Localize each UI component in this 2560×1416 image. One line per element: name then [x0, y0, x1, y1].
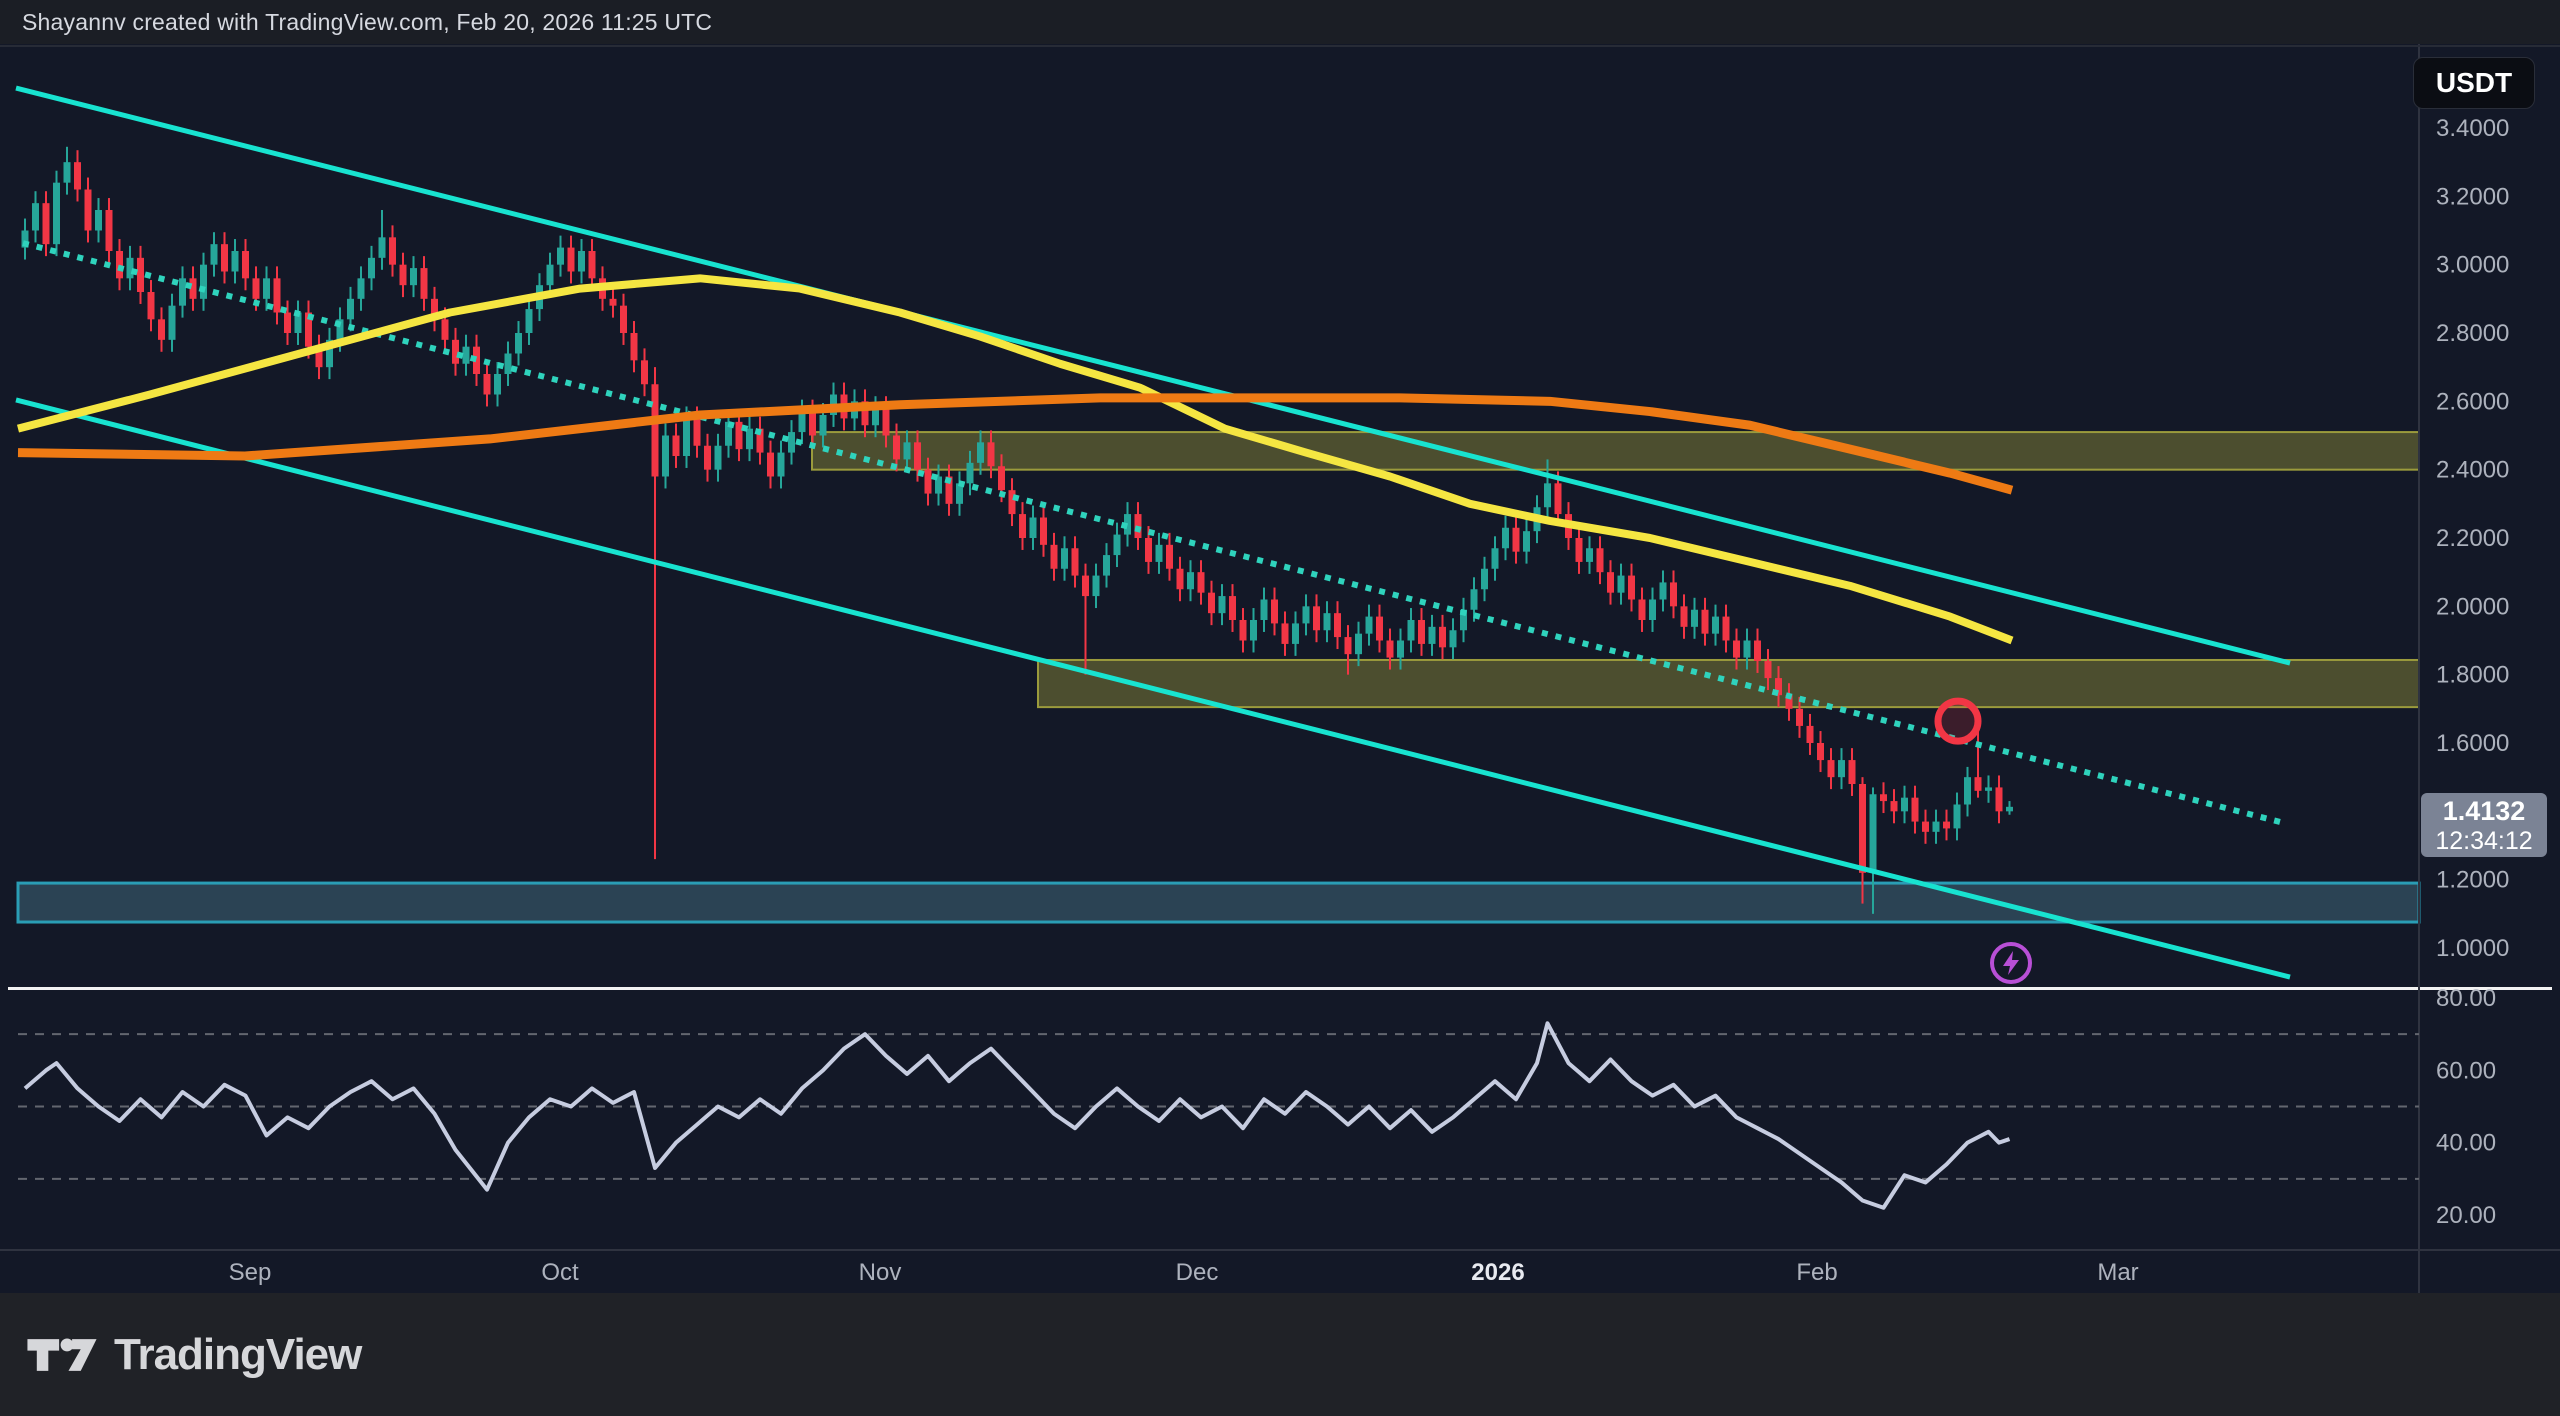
- attribution-text: Shayannv created with TradingView.com, F…: [22, 0, 712, 44]
- symbol-unit-label: USDT: [2436, 67, 2512, 99]
- time-tick: 2026: [1471, 1259, 1524, 1286]
- price-tick: 3.2000: [2436, 183, 2509, 210]
- price-tick: 3.4000: [2436, 115, 2509, 142]
- highlight-circle-marker[interactable]: [1938, 701, 1978, 741]
- chart-canvas[interactable]: 3.4000 3.2000 3.0000 2.8000 2.6000 2.4000 2.20…: [0, 44, 2560, 1293]
- chart-svg[interactable]: 3.4000 3.2000 3.0000 2.8000 2.6000 2.4000 2.20…: [0, 44, 2560, 1293]
- candles-series[interactable]: [22, 147, 2014, 914]
- upper-channel-trendline[interactable]: [16, 88, 2290, 663]
- time-tick: Feb: [1796, 1259, 1837, 1286]
- time-tick: Nov: [859, 1259, 902, 1286]
- rsi-tick: 60.00: [2436, 1057, 2496, 1084]
- time-tick: Dec: [1176, 1259, 1219, 1286]
- symbol-unit-badge: USDT: [2413, 57, 2535, 109]
- last-price-badge: 1.4132 12:34:12: [2421, 793, 2547, 857]
- attribution-bar: Shayannv created with TradingView.com, F…: [0, 0, 2560, 44]
- zone-supply_upper[interactable]: [812, 432, 2419, 470]
- price-tick: 2.8000: [2436, 320, 2509, 347]
- price-tick: 2.4000: [2436, 457, 2509, 484]
- price-tick: 2.0000: [2436, 593, 2509, 620]
- rsi-tick: 80.00: [2436, 985, 2496, 1012]
- price-tick: 2.2000: [2436, 525, 2509, 552]
- price-tick: 3.0000: [2436, 252, 2509, 279]
- tradingview-logo-icon[interactable]: [26, 1329, 98, 1381]
- price-tick: 1.8000: [2436, 662, 2509, 689]
- time-tick: Oct: [541, 1259, 579, 1286]
- tradingview-screenshot: Shayannv created with TradingView.com, F…: [0, 0, 2560, 1416]
- price-tick: 1.2000: [2436, 867, 2509, 894]
- rsi-line: [25, 1023, 2010, 1207]
- tradingview-wordmark[interactable]: TradingView: [114, 1330, 361, 1380]
- price-tick: 1.0000: [2436, 935, 2509, 962]
- last-price-value: 1.4132: [2443, 796, 2526, 827]
- bar-close-countdown: 12:34:12: [2435, 827, 2532, 855]
- price-tick: 1.6000: [2436, 730, 2509, 757]
- lightning-icon[interactable]: [1992, 944, 2030, 982]
- footer-bar: TradingView: [0, 1293, 2560, 1416]
- pane-separator[interactable]: [8, 987, 2552, 990]
- rsi-tick: 40.00: [2436, 1130, 2496, 1157]
- time-tick: Sep: [229, 1259, 272, 1286]
- time-tick: Mar: [2097, 1259, 2138, 1286]
- zone-supply_lower[interactable]: [1038, 660, 2419, 707]
- price-tick: 2.6000: [2436, 388, 2509, 415]
- rsi-tick: 20.00: [2436, 1202, 2496, 1229]
